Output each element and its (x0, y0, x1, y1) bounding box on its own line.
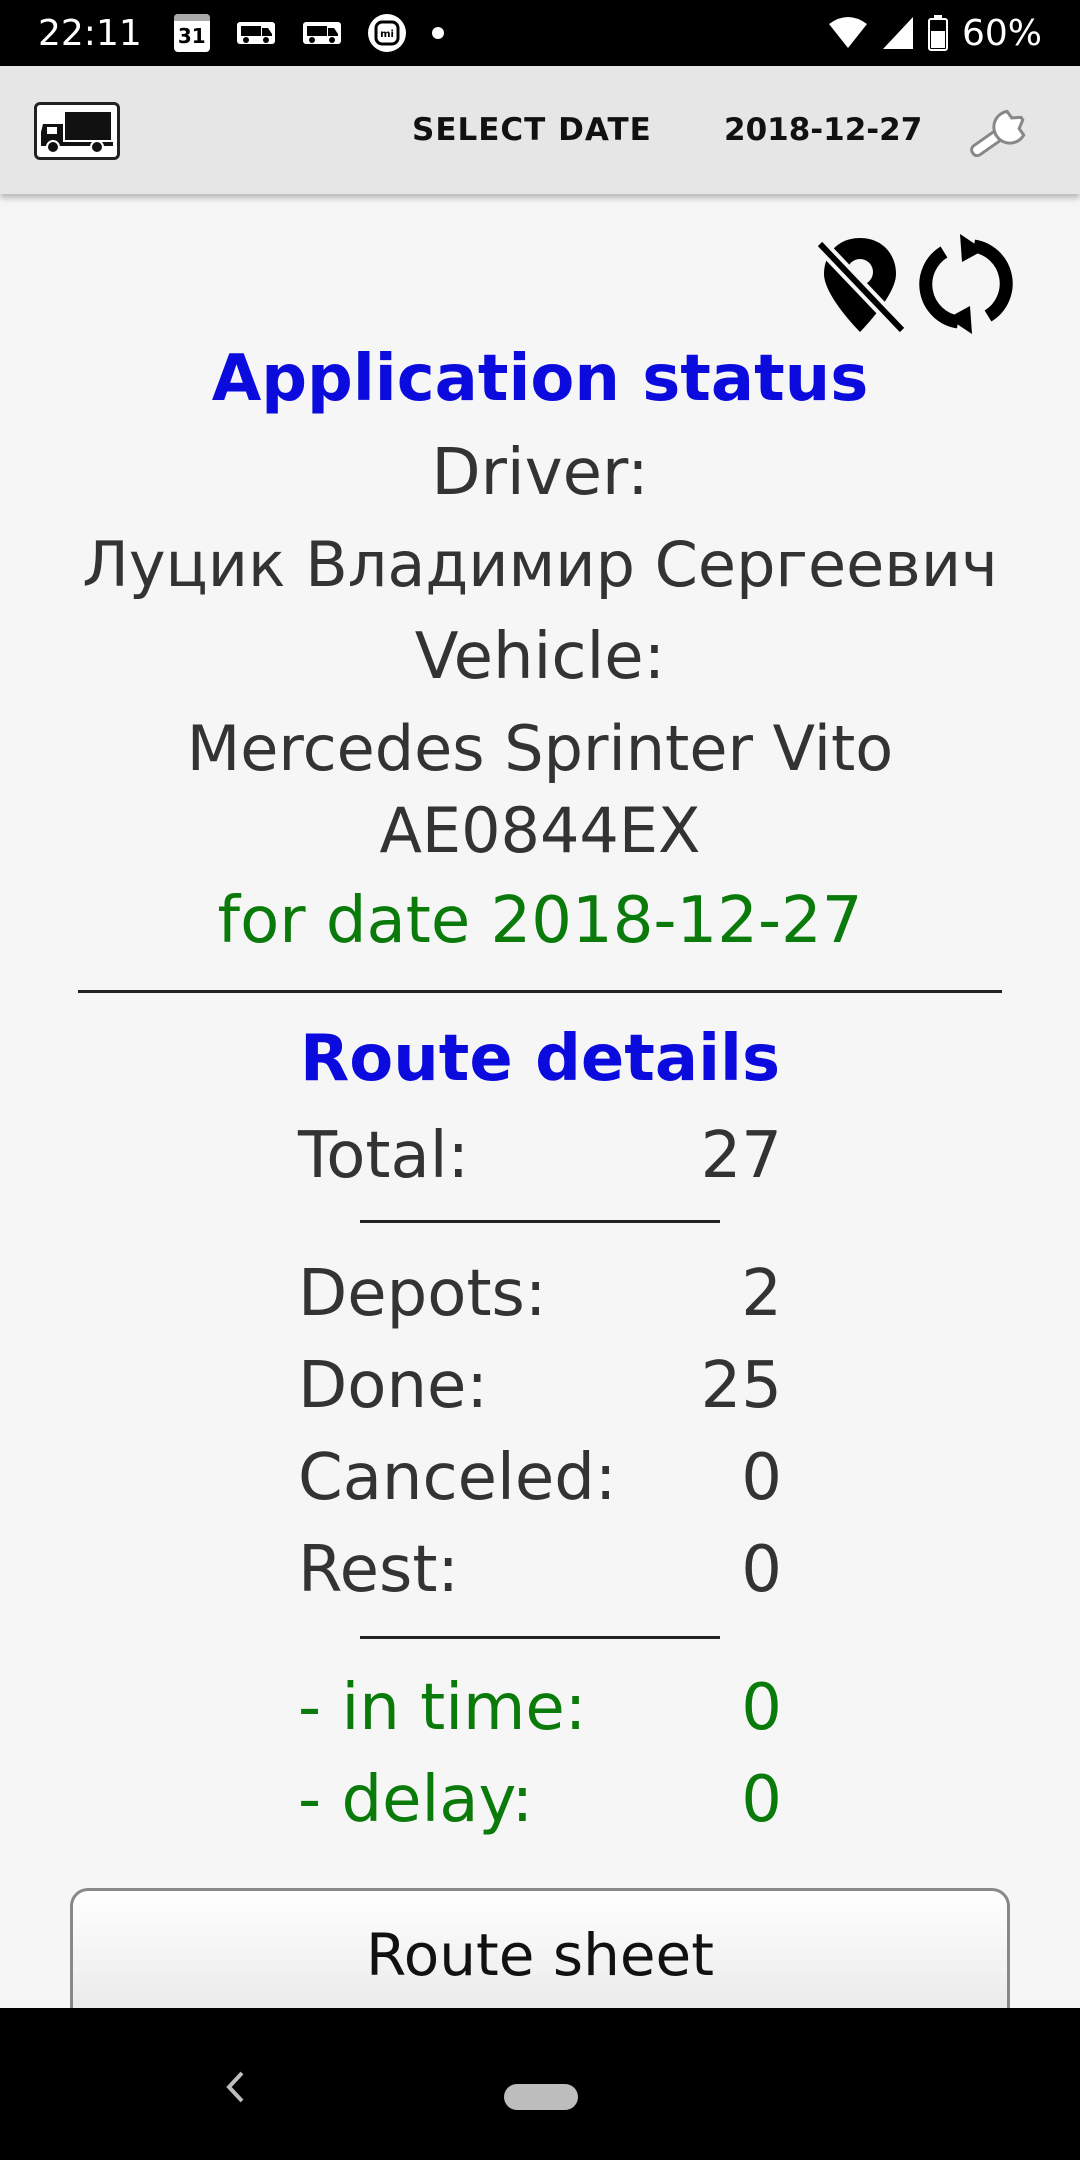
stat-value-done: 25 (700, 1349, 782, 1423)
calendar-icon: 31 (173, 14, 210, 52)
stat-value-depots: 2 (741, 1257, 782, 1331)
mi-app-icon: mi (367, 14, 406, 52)
driver-label: Driver: (431, 436, 649, 510)
stat-label-in-time: - in time: (298, 1671, 587, 1745)
truck-notification-icon (236, 18, 276, 48)
stat-label-canceled: Canceled: (298, 1441, 617, 1515)
status-bar: 22:11 31 mi 60% (0, 0, 1080, 66)
vehicle-model: Mercedes Sprinter Vito (186, 712, 894, 785)
refresh-icon[interactable] (914, 232, 1013, 336)
status-right: 60% (828, 13, 1042, 54)
home-pill-button[interactable] (504, 2084, 578, 2110)
back-chevron-icon[interactable] (224, 2070, 246, 2104)
stat-label-delay: - delay: (298, 1763, 534, 1837)
stat-row-total: Total: 27 (298, 1116, 782, 1196)
battery-icon (927, 15, 948, 51)
stat-row-depots: Depots: 2 (298, 1254, 782, 1334)
toolbar-icons (814, 232, 1013, 336)
stat-row-delay: - delay: 0 (298, 1760, 782, 1840)
section-divider (78, 990, 1002, 993)
signal-icon (882, 16, 914, 50)
location-off-icon[interactable] (814, 232, 908, 336)
battery-level: 60% (961, 12, 1042, 54)
stat-value-in-time: 0 (741, 1671, 782, 1745)
driver-name: Луцик Владимир Сергеевич (82, 528, 998, 601)
stat-value-canceled: 0 (741, 1441, 782, 1515)
stat-value-total: 27 (700, 1119, 782, 1193)
truck-notification-icon-2 (302, 18, 342, 48)
stat-row-canceled: Canceled: 0 (298, 1438, 782, 1518)
navigation-bar (0, 2008, 1080, 2160)
app-bar: SELECT DATE 2018-12-27 (0, 66, 1080, 194)
truck-logo-icon[interactable] (34, 102, 120, 160)
status-left: 22:11 31 mi (38, 13, 444, 54)
main-content: Application status Driver: Луцик Владими… (0, 194, 1080, 2008)
stat-label-done: Done: (298, 1349, 488, 1423)
wrench-settings-icon[interactable] (960, 100, 1044, 164)
application-status-title: Application status (211, 342, 869, 416)
stat-divider (360, 1220, 720, 1223)
stat-divider-2 (360, 1636, 720, 1639)
stat-label-depots: Depots: (298, 1257, 547, 1331)
vehicle-label: Vehicle: (414, 620, 666, 694)
stat-row-rest: Rest: 0 (298, 1530, 782, 1610)
selected-date[interactable]: 2018-12-27 (724, 112, 922, 148)
stat-row-done: Done: 25 (298, 1346, 782, 1426)
route-sheet-button[interactable]: Route sheet (70, 1888, 1010, 2008)
route-details-title: Route details (299, 1022, 781, 1096)
stat-value-rest: 0 (741, 1533, 782, 1607)
stat-label-rest: Rest: (298, 1533, 459, 1607)
svg-text:mi: mi (380, 29, 394, 40)
select-date-button[interactable]: SELECT DATE (412, 112, 652, 148)
status-time: 22:11 (38, 12, 142, 54)
more-notifications-icon (431, 27, 444, 39)
vehicle-plate: AE0844EX (379, 794, 701, 867)
stat-label-total: Total: (298, 1119, 470, 1193)
wifi-icon (828, 16, 868, 50)
stat-row-in-time: - in time: 0 (298, 1668, 782, 1748)
stat-value-delay: 0 (741, 1763, 782, 1837)
for-date-text: for date 2018-12-27 (217, 884, 863, 958)
